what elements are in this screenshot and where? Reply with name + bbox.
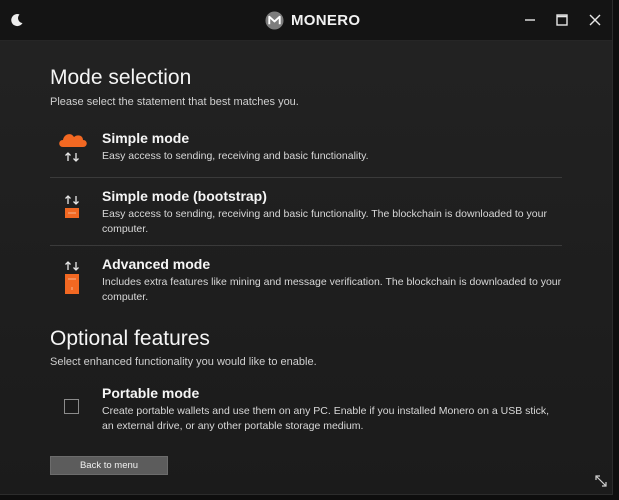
moon-icon[interactable] (10, 13, 24, 27)
option-title: Simple mode (bootstrap) (102, 188, 267, 204)
option-description: Includes extra features like mining and … (102, 276, 562, 303)
back-to-menu-button[interactable]: Back to menu (50, 456, 168, 475)
mode-selection-heading: Mode selection (50, 66, 192, 89)
option-advanced-mode[interactable]: Advanced mode Includes extra features li… (50, 254, 562, 310)
option-description: Easy access to sending, receiving and ba… (102, 208, 547, 235)
divider (50, 177, 562, 178)
option-description: Easy access to sending, receiving and ba… (102, 150, 369, 162)
app-window: MONERO Mode selection Please select the … (0, 0, 613, 495)
monero-logo (265, 11, 284, 30)
mode-selection-subtitle: Please select the statement that best ma… (50, 96, 299, 108)
resize-icon[interactable] (595, 475, 607, 487)
option-title: Advanced mode (102, 256, 211, 272)
option-simple-mode[interactable]: Simple mode Easy access to sending, rece… (50, 125, 562, 177)
option-portable-mode[interactable]: Portable mode Create portable wallets an… (50, 383, 562, 435)
title-bar: MONERO (0, 0, 612, 41)
option-title: Simple mode (102, 130, 190, 146)
cloud-transfer-icon (59, 134, 87, 162)
close-icon[interactable] (589, 14, 601, 26)
app-name: MONERO (291, 12, 361, 29)
optional-features-subtitle: Select enhanced functionality you would … (50, 356, 317, 368)
option-description: Create portable wallets and use them on … (102, 405, 550, 432)
transfer-small-drive-icon (65, 195, 79, 218)
divider (50, 245, 562, 246)
optional-features-heading: Optional features (50, 327, 210, 350)
maximize-icon[interactable] (556, 14, 568, 26)
brand: MONERO (265, 11, 360, 30)
transfer-tall-drive-icon (65, 261, 79, 294)
option-title: Portable mode (102, 385, 200, 401)
option-simple-bootstrap[interactable]: Simple mode (bootstrap) Easy access to s… (50, 185, 562, 245)
minimize-icon[interactable] (524, 14, 536, 26)
